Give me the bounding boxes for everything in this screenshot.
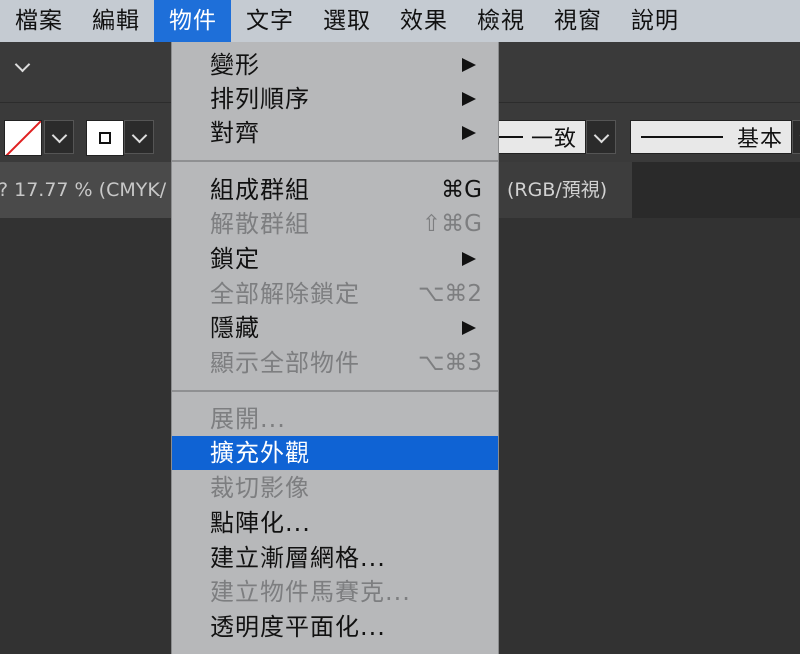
chevron-down-icon[interactable] (14, 56, 31, 73)
menu-object[interactable]: 物件 (154, 0, 231, 42)
submenu-arrow-icon (462, 92, 476, 106)
menu-effect[interactable]: 效果 (385, 0, 462, 42)
menu-item-create-object-mosaic: 建立物件馬賽克... (210, 578, 411, 606)
shortcut-label: ⇧⌘G (421, 211, 482, 237)
menu-item-create-gradient-mesh[interactable]: 建立漸層網格... (172, 541, 498, 575)
brush-definition-dropdown[interactable] (792, 120, 800, 154)
variable-width-profile-select[interactable]: 一致 (498, 120, 586, 154)
brush-definition-label: 基本 (737, 127, 784, 152)
menu-item-crop-image: 裁切影像 (210, 474, 310, 502)
menu-item-show-all: 顯示全部物件 ⌥⌘3 (172, 346, 498, 380)
chevron-down-icon (131, 127, 148, 144)
menu-item-unlock-all: 全部解除鎖定 ⌥⌘2 (172, 277, 498, 311)
document-tab-label: (RGB/預視) (507, 179, 608, 201)
stroke-swatch[interactable] (86, 120, 124, 156)
menu-item-align[interactable]: 對齊 (172, 116, 498, 150)
submenu-arrow-icon (462, 58, 476, 72)
menu-view[interactable]: 檢視 (462, 0, 539, 42)
chevron-down-icon (593, 127, 610, 144)
menu-item-transform[interactable]: 變形 (172, 48, 498, 82)
menu-separator (172, 160, 498, 162)
document-tab-label: ? 17.77 % (CMYK/ (0, 179, 167, 201)
variable-width-profile-dropdown[interactable] (586, 120, 616, 154)
none-color-icon (5, 121, 41, 155)
fill-swatch[interactable] (4, 120, 42, 156)
menu-file[interactable]: 檔案 (0, 0, 77, 42)
shortcut-label: ⌥⌘2 (417, 281, 482, 307)
submenu-arrow-icon (462, 126, 476, 140)
menu-item-flatten-transparency[interactable]: 透明度平面化... (172, 610, 498, 644)
menu-help[interactable]: 說明 (616, 0, 693, 42)
object-menu-dropdown: 變形 排列順序 對齊 組成群組 ⌘G 解散群組 ⇧⌘G 鎖定 全部解除鎖定 ⌥⌘… (171, 42, 499, 654)
brush-line-icon (641, 136, 723, 138)
menu-edit[interactable]: 編輯 (77, 0, 154, 42)
menu-item-expand-appearance[interactable]: 擴充外觀 (172, 436, 498, 470)
menu-item-hide[interactable]: 隱藏 (172, 311, 498, 345)
fill-dropdown-button[interactable] (44, 120, 74, 154)
menu-window[interactable]: 視窗 (539, 0, 616, 42)
menu-item-ungroup: 解散群組 ⇧⌘G (172, 207, 498, 241)
menu-item-arrange[interactable]: 排列順序 (172, 82, 498, 116)
variable-width-profile-label: 一致 (531, 127, 578, 152)
menu-item-group[interactable]: 組成群組 ⌘G (172, 173, 498, 207)
shortcut-label: ⌘G (441, 177, 482, 203)
brush-definition-select[interactable]: 基本 (630, 120, 792, 154)
submenu-arrow-icon (462, 252, 476, 266)
menu-type[interactable]: 文字 (231, 0, 308, 42)
stroke-dropdown-button[interactable] (124, 120, 154, 154)
chevron-down-icon (51, 127, 68, 144)
menu-separator (172, 390, 498, 392)
menu-select[interactable]: 選取 (308, 0, 385, 42)
stroke-icon (99, 132, 111, 144)
menu-bar: 檔案 編輯 物件 文字 選取 效果 檢視 視窗 說明 (0, 0, 800, 42)
submenu-arrow-icon (462, 321, 476, 335)
menu-item-lock[interactable]: 鎖定 (172, 242, 498, 276)
menu-item-rasterize[interactable]: 點陣化... (172, 506, 498, 540)
menu-item-expand: 展開... (210, 405, 286, 433)
shortcut-label: ⌥⌘3 (417, 350, 482, 376)
stroke-line-icon (499, 136, 523, 138)
